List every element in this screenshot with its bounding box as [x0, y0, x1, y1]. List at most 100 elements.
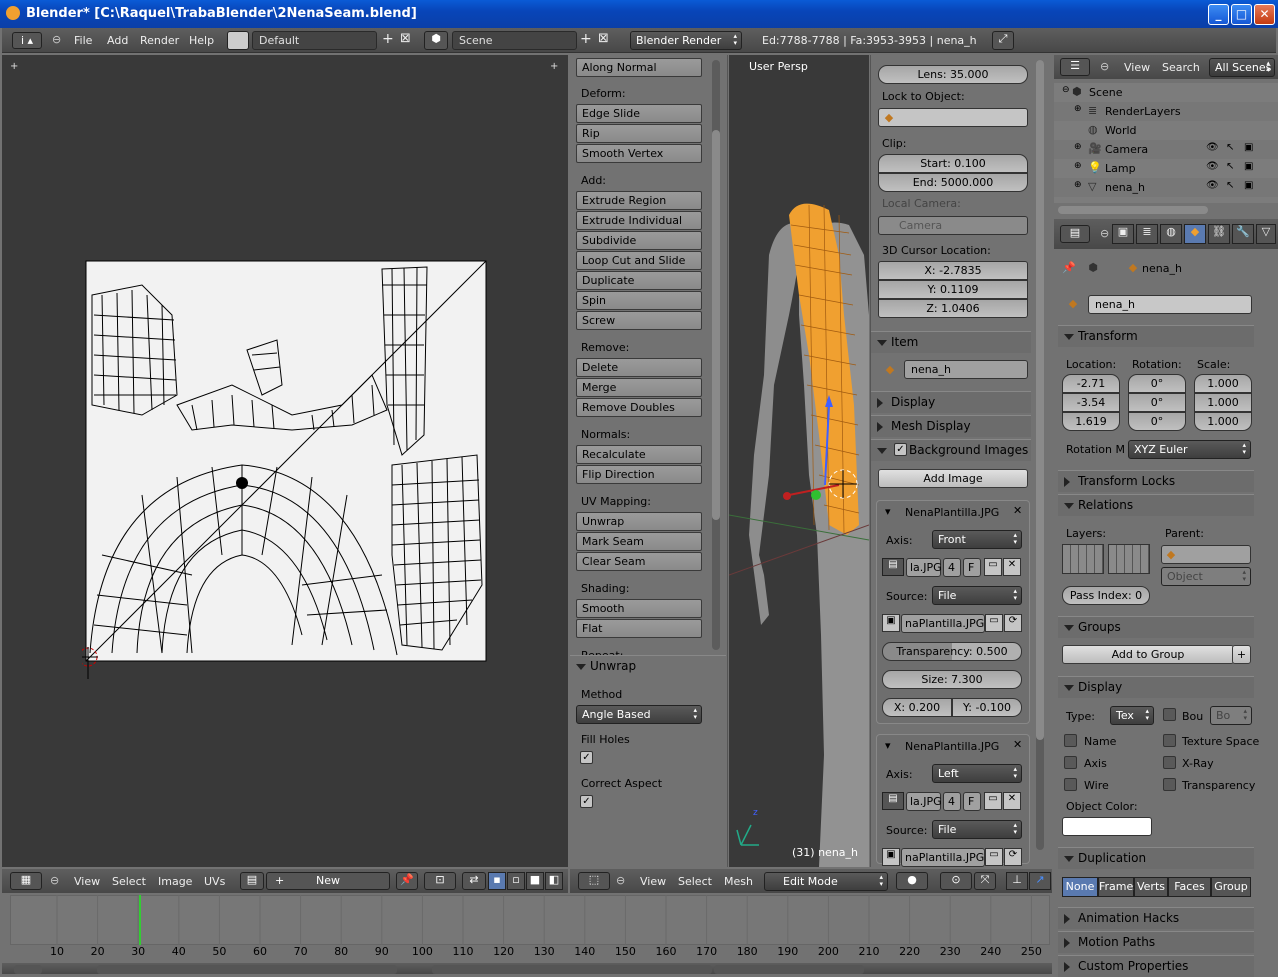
- tool-button-delete[interactable]: Delete: [576, 358, 702, 377]
- pivot-point-icon[interactable]: ⊙: [940, 872, 972, 890]
- pivot-icon[interactable]: ⊡: [424, 872, 456, 890]
- file-browse-icon[interactable]: ▭: [985, 848, 1003, 866]
- fill-holes-checkbox[interactable]: ✓: [580, 751, 593, 764]
- view3d-menu-view[interactable]: View: [640, 875, 666, 888]
- image-browse-icon[interactable]: ▤: [882, 558, 904, 576]
- outliner-item-label[interactable]: nena_h: [1105, 181, 1145, 194]
- pass-index-field[interactable]: Pass Index: 0: [1062, 586, 1150, 605]
- tool-button-screw[interactable]: Screw: [576, 311, 702, 330]
- pin-icon[interactable]: 📌: [1062, 261, 1076, 275]
- vertex-select-icon[interactable]: ▪: [488, 872, 506, 890]
- outliner-item-label[interactable]: World: [1105, 124, 1137, 137]
- visibility-eye-icon[interactable]: 👁: [1206, 161, 1219, 172]
- tool-button-smooth[interactable]: Smooth: [576, 599, 702, 618]
- unwrap-method-select[interactable]: Angle Based: [576, 705, 702, 724]
- outliner-menu-view[interactable]: View: [1124, 61, 1150, 74]
- region-toggle-icon[interactable]: +: [550, 61, 558, 72]
- render-layers-tab-icon[interactable]: ≣: [1136, 224, 1158, 244]
- face-select-icon[interactable]: ■: [526, 872, 544, 890]
- add-to-group-button[interactable]: Add to Group: [1062, 645, 1234, 664]
- scale-z-field[interactable]: 1.000: [1194, 412, 1252, 431]
- layout-field[interactable]: Default: [252, 31, 377, 50]
- duplication-panel-header[interactable]: Duplication: [1058, 847, 1254, 869]
- source-select[interactable]: File: [932, 586, 1022, 605]
- image-users-field[interactable]: 4: [943, 558, 961, 577]
- rotation-y-field[interactable]: 0°: [1128, 393, 1186, 412]
- animation-hacks-panel-header[interactable]: Animation Hacks: [1058, 907, 1254, 929]
- menu-render[interactable]: Render: [140, 34, 179, 47]
- fake-user-toggle[interactable]: F: [963, 792, 981, 811]
- transform-manipulator-icon[interactable]: ⊥: [1006, 872, 1028, 890]
- outliner-filter-select[interactable]: All Scenes: [1209, 58, 1275, 77]
- outliner-item-label[interactable]: Camera: [1105, 143, 1148, 156]
- fullscreen-icon[interactable]: ⤢: [992, 31, 1014, 50]
- add-group-plus-button[interactable]: +: [1232, 645, 1251, 664]
- maximize-button[interactable]: □: [1231, 4, 1252, 25]
- remove-bg-image-icon[interactable]: ✕: [1013, 504, 1022, 517]
- tool-button-remove-doubles[interactable]: Remove Doubles: [576, 398, 702, 417]
- outliner-item-label[interactable]: Scene: [1089, 86, 1123, 99]
- layout-icon[interactable]: [227, 31, 249, 50]
- menu-add[interactable]: Add: [107, 34, 128, 47]
- tool-button-flat[interactable]: Flat: [576, 619, 702, 638]
- dup-tab-verts[interactable]: Verts: [1134, 877, 1168, 897]
- dup-tab-none[interactable]: None: [1062, 877, 1098, 897]
- location-z-field[interactable]: 1.619: [1062, 412, 1120, 431]
- parent-type-select[interactable]: Object: [1161, 567, 1251, 586]
- item-name-field[interactable]: nena_h: [904, 360, 1028, 379]
- expand-icon[interactable]: ▾: [885, 739, 891, 752]
- uv-menu-image[interactable]: Image: [158, 875, 192, 888]
- scale-y-field[interactable]: 1.000: [1194, 393, 1252, 412]
- display-panel-header[interactable]: Display: [1058, 676, 1254, 698]
- tool-button-edge-slide[interactable]: Edge Slide: [576, 104, 702, 123]
- layers-grid-a[interactable]: [1062, 544, 1104, 574]
- dup-tab-faces[interactable]: Faces: [1168, 877, 1211, 897]
- dup-tab-frames[interactable]: Frames: [1098, 877, 1139, 897]
- remove-layout-icon[interactable]: ⊠: [400, 31, 411, 46]
- dup-tab-group[interactable]: Group: [1211, 877, 1251, 897]
- add-layout-icon[interactable]: +: [382, 31, 394, 47]
- timeline-controls[interactable]: [97, 965, 397, 974]
- outliner-row[interactable]: ⊕ 💡 Lamp 👁 ↖ ▣: [1054, 159, 1278, 178]
- remove-bg-image-icon[interactable]: ✕: [1013, 738, 1022, 751]
- render-camera-icon[interactable]: ▣: [1244, 180, 1253, 191]
- display-type-select[interactable]: Tex: [1110, 706, 1154, 725]
- lens-field[interactable]: Lens: 35.000: [878, 65, 1028, 84]
- offset-x-field[interactable]: X: 0.200: [882, 698, 952, 717]
- outliner-item-label[interactable]: Lamp: [1105, 162, 1136, 175]
- bounds-type-select[interactable]: Bo: [1210, 706, 1252, 725]
- tool-button-flip-direction[interactable]: Flip Direction: [576, 465, 702, 484]
- outliner-item-label[interactable]: RenderLayers: [1105, 105, 1181, 118]
- selectability-cursor-icon[interactable]: ↖: [1226, 180, 1234, 191]
- groups-panel-header[interactable]: Groups: [1058, 616, 1254, 638]
- uv-menu-uvs[interactable]: UVs: [204, 875, 225, 888]
- outliner-row[interactable]: ⊕ 🎥 Camera 👁 ↖ ▣: [1054, 140, 1278, 159]
- outliner-row[interactable]: ⊖ ⬢ Scene: [1054, 83, 1278, 102]
- expand-icon[interactable]: ⊕: [1074, 104, 1082, 114]
- visibility-eye-icon[interactable]: 👁: [1206, 180, 1219, 191]
- uv-image-editor[interactable]: + +: [2, 55, 568, 867]
- uv-menu-view[interactable]: View: [74, 875, 100, 888]
- correct-aspect-checkbox[interactable]: ✓: [580, 795, 593, 808]
- expand-icon[interactable]: ⊕: [1074, 161, 1082, 171]
- motion-paths-panel-header[interactable]: Motion Paths: [1058, 931, 1254, 953]
- add-scene-icon[interactable]: +: [580, 31, 592, 47]
- scene-field[interactable]: Scene: [452, 31, 577, 50]
- uv-layout-canvas[interactable]: [82, 255, 492, 685]
- collapse-icon[interactable]: ⊖: [50, 874, 59, 887]
- scene-icon[interactable]: ⬢: [424, 31, 448, 50]
- offset-y-field[interactable]: Y: -0.100: [952, 698, 1022, 717]
- tool-button-extrude-individual[interactable]: Extrude Individual: [576, 211, 702, 230]
- tool-button-loop-cut-and-slide[interactable]: Loop Cut and Slide: [576, 251, 702, 270]
- cursor-y-field[interactable]: Y: 0.1109: [878, 280, 1028, 299]
- image-file-field[interactable]: la.JPG: [906, 558, 942, 577]
- axis-select[interactable]: Left: [932, 764, 1022, 783]
- name-checkbox[interactable]: [1064, 734, 1077, 747]
- outliner-row[interactable]: ⊕ ≣ RenderLayers: [1054, 102, 1278, 121]
- edge-select-icon[interactable]: ▫: [507, 872, 525, 890]
- properties-editor-icon[interactable]: ▤: [1060, 225, 1090, 243]
- tool-button-unwrap[interactable]: Unwrap: [576, 512, 702, 531]
- layers-grid-b[interactable]: [1108, 544, 1150, 574]
- world-tab-icon[interactable]: ◍: [1160, 224, 1182, 244]
- constraints-tab-icon[interactable]: ⛓: [1208, 224, 1230, 244]
